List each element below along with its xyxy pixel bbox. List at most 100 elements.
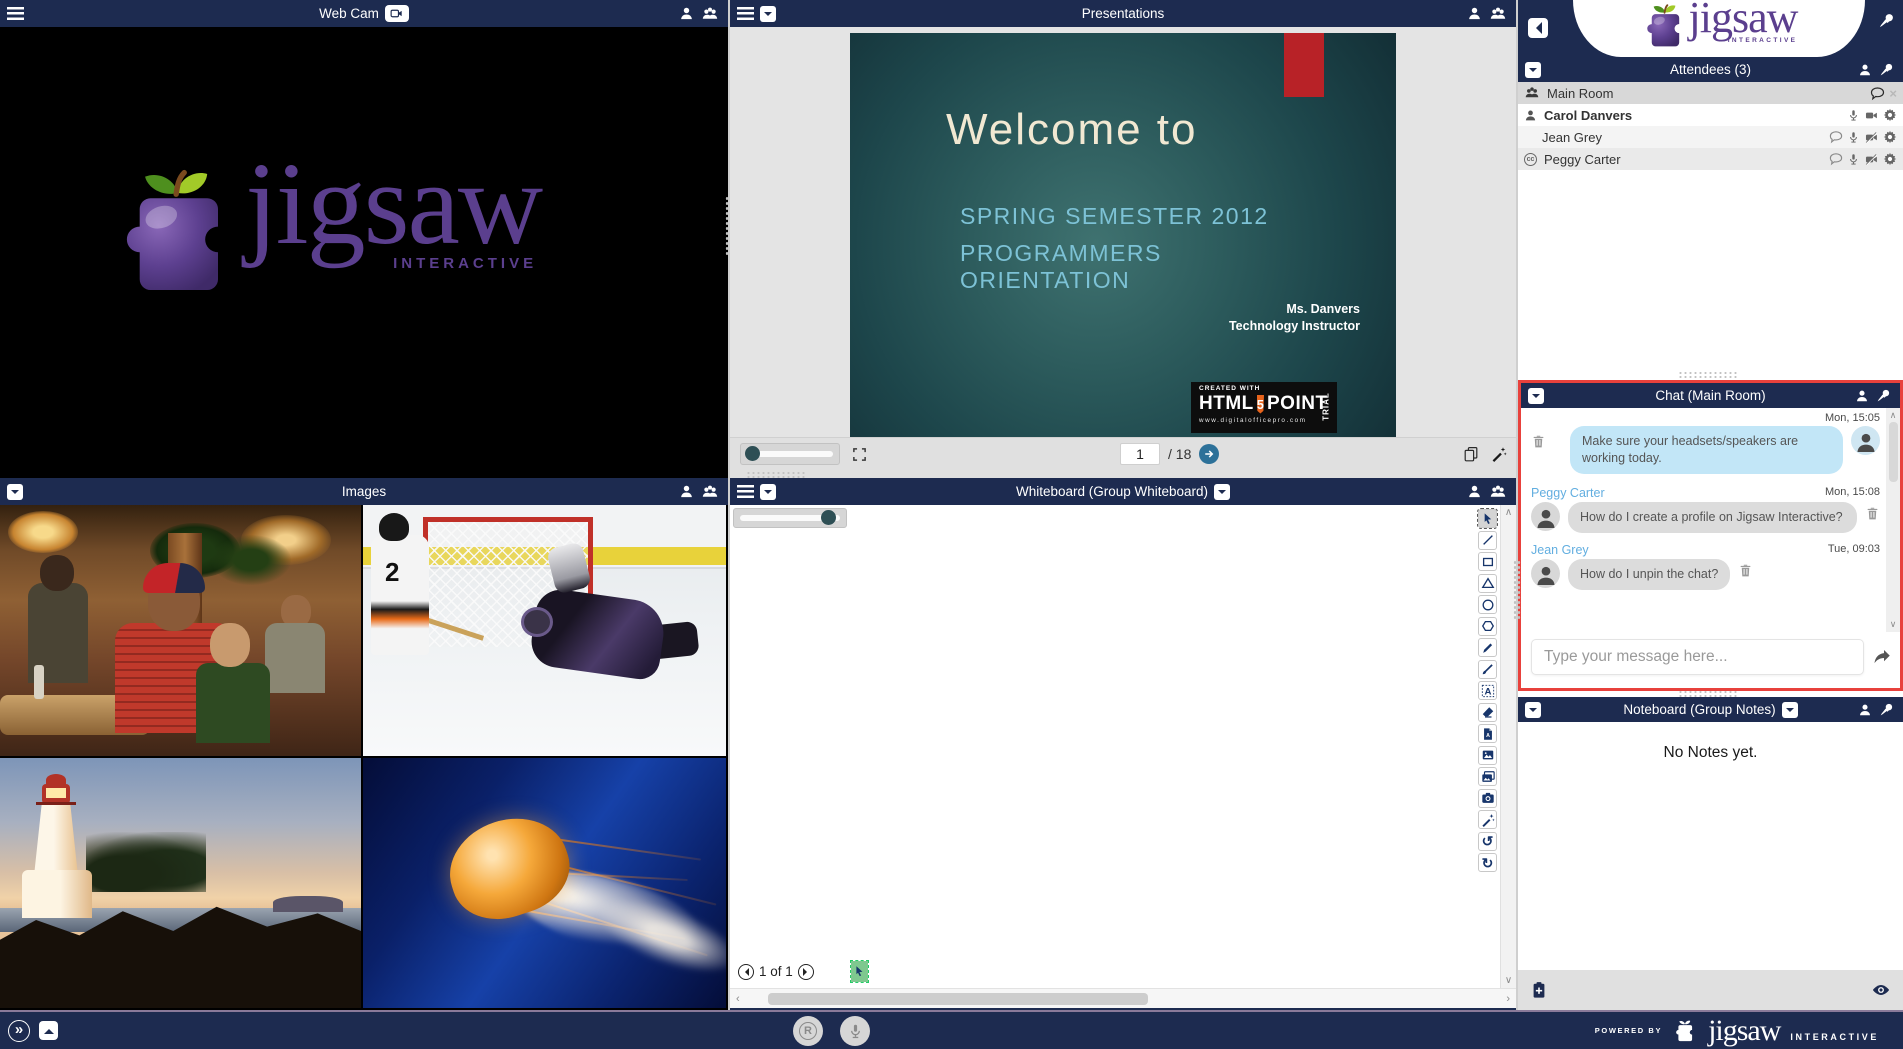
whiteboard-title-dropdown-icon[interactable] [1214, 484, 1230, 500]
scroll-right-icon[interactable]: › [1506, 993, 1510, 1005]
chat-pin-icon[interactable] [1876, 388, 1891, 403]
hscroll-thumb[interactable] [768, 993, 1148, 1005]
visibility-eye-icon[interactable] [1871, 981, 1891, 999]
images-attendee-icon[interactable] [679, 484, 694, 499]
images-dropdown-icon[interactable] [7, 484, 23, 500]
whiteboard-menu-icon[interactable] [737, 485, 754, 498]
scroll-up-icon[interactable]: ∧ [1505, 507, 1512, 518]
gear-icon[interactable] [1883, 108, 1897, 122]
sidebar-collapse-button[interactable] [1528, 18, 1548, 38]
wb-tool-rectangle[interactable] [1478, 552, 1497, 571]
gear-icon[interactable] [1883, 130, 1897, 144]
image-thumb-lighthouse[interactable] [0, 758, 361, 1008]
gear-icon[interactable] [1883, 152, 1897, 166]
wb-tool-pencil[interactable] [1478, 638, 1497, 657]
active-tool-cursor-icon[interactable] [851, 961, 868, 982]
webcam-menu-icon[interactable] [7, 7, 24, 20]
next-page-button[interactable] [798, 964, 814, 980]
room-chat-icon[interactable] [1870, 86, 1885, 101]
attendee-row-peggy[interactable]: cc Peggy Carter [1518, 148, 1903, 170]
mic-icon[interactable] [1847, 153, 1860, 166]
delete-message-icon[interactable] [1738, 563, 1753, 578]
prev-page-button[interactable] [738, 964, 754, 980]
attendees-dropdown-icon[interactable] [1525, 62, 1541, 78]
noteboard-title-dropdown-icon[interactable] [1782, 702, 1798, 718]
mic-icon[interactable] [1847, 131, 1860, 144]
camera-off-icon[interactable] [1864, 131, 1879, 144]
fullscreen-icon[interactable] [852, 447, 867, 462]
image-thumb-hockey[interactable]: 2 [363, 505, 726, 756]
chat-person-icon[interactable] [1855, 389, 1869, 403]
noteboard-person-icon[interactable] [1858, 703, 1872, 717]
noteboard-dropdown-icon[interactable] [1525, 702, 1541, 718]
wb-tool-pdf-export[interactable]: A [1478, 724, 1497, 743]
scroll-up-icon[interactable]: ∧ [1890, 410, 1897, 421]
room-close-icon[interactable]: × [1889, 86, 1897, 101]
wb-tool-gallery[interactable] [1478, 767, 1497, 786]
resize-handle-vertical[interactable] [1513, 560, 1521, 620]
wb-tool-insert-image[interactable] [1478, 746, 1497, 765]
chat-message-input[interactable] [1531, 639, 1864, 675]
record-button[interactable]: R [793, 1016, 823, 1046]
sidebar-pin-icon[interactable] [1878, 12, 1895, 29]
whiteboard-attendee-icon[interactable] [1467, 484, 1482, 499]
expand-dock-icon[interactable]: » [8, 1020, 30, 1042]
wb-tool-undo[interactable]: ↺ [1478, 832, 1497, 851]
whiteboard-canvas[interactable]: AA↺↻ ∧ ∨ 1 of 1 [730, 505, 1516, 988]
presentation-slide[interactable]: Welcome to SPRING SEMESTER 2012 PROGRAMM… [850, 33, 1396, 437]
raise-hand-up-icon[interactable] [39, 1021, 58, 1040]
presentations-group-icon[interactable] [1489, 6, 1507, 22]
images-group-icon[interactable] [701, 484, 719, 500]
delete-message-icon[interactable] [1531, 434, 1546, 449]
attendee-row-main-room[interactable]: Main Room × [1518, 82, 1903, 104]
wb-tool-polygon[interactable] [1478, 617, 1497, 636]
wb-tool-text[interactable]: A [1478, 681, 1497, 700]
annotate-wand-icon[interactable] [1491, 446, 1507, 462]
whiteboard-hscrollbar[interactable]: ‹ › [730, 988, 1516, 1008]
wb-tool-redo[interactable]: ↻ [1478, 853, 1497, 872]
scroll-left-icon[interactable]: ‹ [736, 993, 740, 1005]
attendees-pin-icon[interactable] [1879, 62, 1894, 77]
noteboard-pin-icon[interactable] [1879, 702, 1894, 717]
webcam-video-icon[interactable] [385, 5, 409, 22]
image-thumb-jellyfish[interactable] [363, 758, 726, 1008]
whiteboard-group-icon[interactable] [1489, 484, 1507, 500]
webcam-attendee-icon[interactable] [679, 6, 694, 21]
presentations-menu-icon[interactable] [737, 7, 754, 20]
delete-message-icon[interactable] [1865, 506, 1880, 521]
attendee-row-carol[interactable]: Carol Danvers [1518, 104, 1903, 126]
wb-tool-pointer-wand[interactable] [1478, 810, 1497, 829]
presentations-dropdown-icon[interactable] [760, 6, 776, 22]
whiteboard-dropdown-icon[interactable] [760, 484, 776, 500]
wb-tool-line[interactable] [1478, 531, 1497, 550]
wb-tool-brush[interactable] [1478, 660, 1497, 679]
chat-bubble-icon[interactable] [1829, 152, 1843, 166]
scroll-down-icon[interactable]: ∨ [1890, 619, 1897, 630]
attendee-row-jean[interactable]: Jean Grey [1518, 126, 1903, 148]
microphone-button[interactable] [840, 1016, 870, 1046]
send-message-icon[interactable] [1872, 647, 1892, 667]
image-thumb-restaurant[interactable] [0, 505, 361, 756]
presentations-attendee-icon[interactable] [1467, 6, 1482, 21]
chat-bubble-icon[interactable] [1829, 130, 1843, 144]
slide-page-input[interactable] [1120, 443, 1160, 465]
wb-tool-triangle[interactable] [1478, 574, 1497, 593]
mic-icon[interactable] [1847, 109, 1860, 122]
whiteboard-zoom-slider[interactable] [733, 508, 847, 528]
camera-off-icon[interactable] [1864, 153, 1879, 166]
next-slide-button[interactable] [1199, 444, 1219, 464]
copy-slide-icon[interactable] [1463, 446, 1479, 462]
wb-tool-circle[interactable] [1478, 595, 1497, 614]
wb-tool-eraser[interactable] [1478, 703, 1497, 722]
camera-icon[interactable] [1864, 109, 1879, 122]
chat-scrollbar[interactable]: ∧ ∨ [1886, 408, 1900, 632]
presentation-zoom-slider[interactable] [740, 443, 840, 465]
resize-handle-horizontal[interactable] [1678, 371, 1738, 379]
scroll-down-icon[interactable]: ∨ [1505, 975, 1512, 986]
add-note-icon[interactable] [1530, 981, 1548, 999]
attendees-person-icon[interactable] [1858, 63, 1872, 77]
chat-dropdown-icon[interactable] [1528, 388, 1544, 404]
wb-tool-snapshot[interactable] [1478, 789, 1497, 808]
wb-tool-select[interactable] [1478, 509, 1497, 528]
webcam-group-icon[interactable] [701, 6, 719, 22]
